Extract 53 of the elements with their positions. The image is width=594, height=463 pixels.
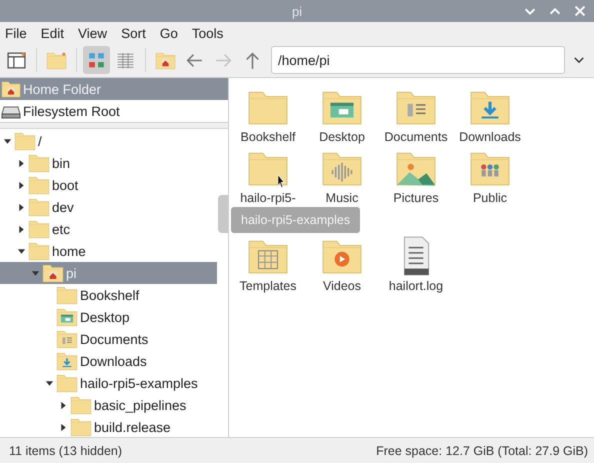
collapsed-arrow-icon[interactable] [16, 180, 26, 190]
file-label[interactable]: Public [472, 191, 508, 205]
icon-view-button[interactable] [83, 46, 110, 74]
home-folder-icon [42, 262, 64, 284]
collapsed-arrow-icon[interactable] [16, 224, 26, 234]
menu-item[interactable]: Edit [40, 26, 64, 40]
file-label[interactable]: Downloads [459, 130, 521, 144]
folder-icon [56, 372, 78, 394]
expanded-arrow-icon[interactable] [2, 136, 12, 146]
file-label[interactable]: Templates [240, 279, 296, 293]
downloads-folder-icon [56, 350, 78, 372]
collapsed-arrow-icon[interactable] [16, 158, 26, 168]
places-item[interactable]: Filesystem Root [0, 100, 228, 122]
close-button[interactable] [572, 3, 588, 19]
tooltip: hailo-rpi5-examples [231, 207, 360, 233]
collapsed-arrow-icon[interactable] [58, 400, 68, 410]
folder-icon [70, 394, 92, 416]
menu-item[interactable]: File [5, 26, 27, 40]
file-label[interactable]: Desktop [319, 130, 365, 144]
folder-icon [28, 218, 50, 240]
file-label[interactable]: hailo-rpi5- [240, 191, 296, 205]
file-label[interactable]: Bookshelf [240, 130, 296, 144]
file-label[interactable]: hailort.log [388, 279, 444, 293]
menu-item[interactable]: Sort [121, 26, 146, 40]
menu-item[interactable]: View [78, 26, 108, 40]
folder-icon [14, 130, 36, 152]
collapsed-arrow-icon[interactable] [16, 202, 26, 212]
file-label[interactable]: Music [326, 191, 358, 205]
expanded-arrow-icon[interactable] [16, 246, 26, 256]
folder-icon [70, 416, 92, 437]
folder-icon [28, 174, 50, 196]
file-label[interactable]: Documents [384, 130, 448, 144]
free-space: Free space: 12.7 GiB (Total: 27.9 GiB) [376, 444, 588, 458]
pointer-icon [276, 174, 286, 188]
scrollbar-thumb[interactable] [218, 195, 228, 233]
menu-item[interactable]: Tools [192, 26, 224, 40]
collapsed-arrow-icon[interactable] [58, 422, 68, 432]
folder-icon [56, 284, 78, 306]
menu-item[interactable]: Go [160, 26, 178, 40]
path-field[interactable]: /home/pi [271, 46, 565, 74]
pane-layout-icon [6, 50, 27, 70]
file-label[interactable]: Videos [323, 279, 361, 293]
expanded-arrow-icon[interactable] [44, 378, 54, 388]
window-title: pi [292, 4, 302, 18]
home-folder-icon [1, 79, 21, 99]
folder-icon [28, 152, 50, 174]
documents-folder-icon [56, 328, 78, 350]
item-count: 11 items (13 hidden) [9, 444, 122, 458]
file-label[interactable]: Pictures [393, 191, 439, 205]
desktop-folder-icon [56, 306, 78, 328]
folder-icon [28, 196, 50, 218]
folder-icon [28, 240, 50, 262]
new-folder-icon [46, 50, 67, 70]
